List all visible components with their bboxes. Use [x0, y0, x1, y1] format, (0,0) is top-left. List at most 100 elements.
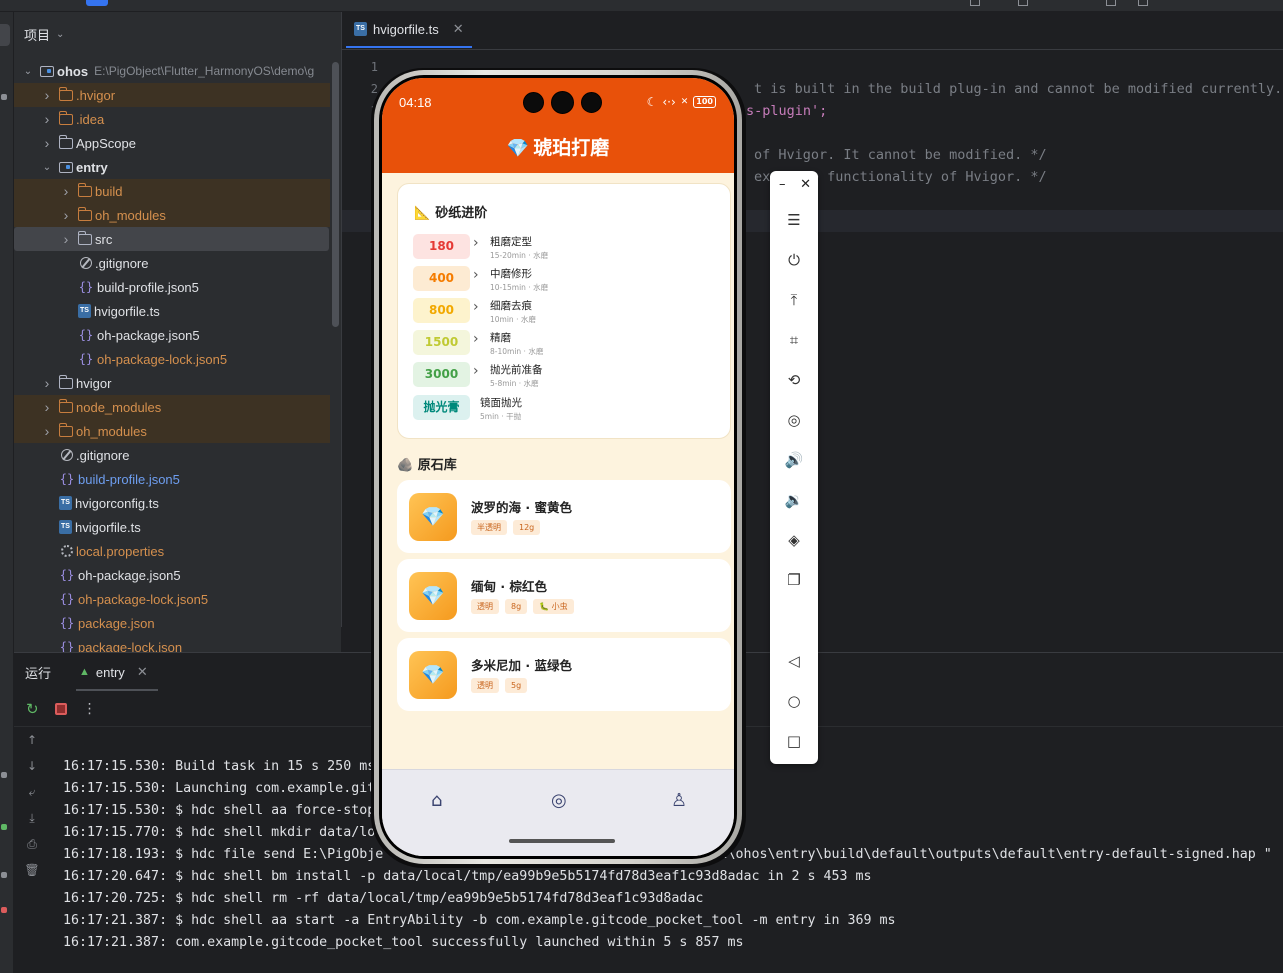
editor-tab-label: hvigorfile.ts [373, 21, 439, 37]
tree-item[interactable]: › src [14, 227, 329, 251]
sandpaper-step[interactable]: 800 › 细磨去痕 10min · 水磨 [413, 298, 723, 325]
project-tool-button[interactable] [0, 24, 10, 46]
chevron-right-icon[interactable]: › [60, 207, 72, 223]
stone-library-title-text: 原石库 [417, 458, 457, 473]
chevron-right-icon[interactable]: › [41, 423, 53, 439]
pin-top-icon[interactable]: ⤒ [770, 291, 818, 309]
sandpaper-step[interactable]: 3000 › 抛光前准备 5-8min · 水磨 [413, 362, 723, 389]
more-options-icon[interactable]: ⋮ [83, 701, 97, 717]
tree-item[interactable]: .gitignore [14, 251, 330, 275]
window-icon[interactable] [1018, 0, 1028, 6]
chevron-right-icon: › [473, 363, 479, 379]
minimize-icon[interactable]: – [779, 177, 786, 192]
tool-window-icon[interactable] [1, 94, 7, 100]
run-tool-icon[interactable] [1, 824, 7, 830]
run-side-toolbar: ↑ ↓ ⤶ ⤓ ⎙ 🗑 [14, 727, 50, 883]
tree-item-label: oh-package.json5 [78, 567, 181, 583]
close-icon[interactable]: ✕ [800, 177, 811, 192]
close-tab-icon[interactable]: ✕ [453, 21, 464, 37]
sandpaper-step[interactable]: 180 › 粗磨定型 15-20min · 水磨 [413, 234, 723, 261]
stone-card[interactable]: 💎 波罗的海 · 蜜黄色 半透明 12g [397, 480, 731, 553]
tree-item[interactable]: {} package-lock.json [14, 635, 330, 653]
profile-icon[interactable]: ♙ [671, 790, 687, 811]
phone-display[interactable]: 04:18 ☾ ‹·› ✕ 100 💎 琥珀打磨 📐 砂纸进阶 180 › 粗磨… [382, 78, 734, 856]
chevron-right-icon[interactable]: › [60, 231, 72, 247]
chevron-right-icon[interactable]: › [41, 111, 53, 127]
tree-item[interactable]: {} oh-package-lock.json5 [14, 587, 330, 611]
project-scrollbar[interactable] [332, 62, 339, 327]
rotate-icon[interactable]: ⟲ [770, 371, 818, 389]
tree-item[interactable]: TS hvigorfile.ts [14, 299, 330, 323]
stone-card[interactable]: 💎 缅甸 · 棕红色 透明 8g 🐛 小虫 [397, 559, 731, 632]
tree-item[interactable]: .gitignore [14, 443, 330, 467]
fold-icon[interactable]: ◈ [770, 531, 818, 549]
rerun-icon[interactable]: ↻ [26, 700, 39, 718]
tree-item[interactable]: {} build-profile.json5 [14, 275, 330, 299]
soft-wrap-icon[interactable]: ⤶ [14, 779, 50, 805]
scroll-down-icon[interactable]: ↓ [14, 753, 50, 779]
tree-item[interactable]: › hvigor [14, 371, 330, 395]
compass-icon[interactable]: ◎ [551, 790, 567, 811]
volume-down-icon[interactable]: 🔉 [770, 491, 818, 509]
tree-item[interactable]: local.properties [14, 539, 330, 563]
clear-console-icon[interactable]: 🗑 [14, 857, 50, 883]
tree-item[interactable]: {} oh-package.json5 [14, 323, 330, 347]
project-panel-header[interactable]: 项目 ⌄ [14, 12, 341, 56]
tree-item[interactable]: › node_modules [14, 395, 330, 419]
scroll-up-icon[interactable]: ↑ [14, 727, 50, 753]
chevron-down-icon[interactable]: ⌄ [22, 66, 34, 77]
problems-tool-icon[interactable] [1, 907, 7, 913]
sandpaper-step[interactable]: 400 › 中磨修形 10-15min · 水磨 [413, 266, 723, 293]
tree-item[interactable]: › .idea [14, 107, 330, 131]
home-icon[interactable]: ⌂ [431, 790, 442, 811]
chevron-right-icon[interactable]: › [41, 399, 53, 415]
screenshot-icon[interactable]: ◎ [770, 411, 818, 429]
home-indicator[interactable] [509, 839, 615, 843]
tree-item[interactable]: › AppScope [14, 131, 330, 155]
multi-device-icon[interactable]: ❐ [770, 571, 818, 589]
tree-item[interactable]: ⌄ ohos E:\PigObject\Flutter_HarmonyOS\demo… [14, 59, 330, 83]
tree-item[interactable]: › .hvigor [14, 83, 330, 107]
chevron-right-icon[interactable]: › [60, 183, 72, 199]
run-config-icon: ▲ [79, 666, 90, 678]
sandpaper-step[interactable]: 抛光膏 镜面抛光 5min · 干抛 [413, 395, 723, 422]
chevron-right-icon[interactable]: › [41, 87, 53, 103]
gem-icon: 💎 [409, 651, 457, 699]
tree-item[interactable]: {} oh-package.json5 [14, 563, 330, 587]
tree-item[interactable]: {} package.json [14, 611, 330, 635]
recents-icon[interactable]: □ [770, 732, 818, 750]
home-icon[interactable]: ○ [770, 692, 818, 710]
menu-icon[interactable]: ☰ [770, 211, 818, 229]
chevron-right-icon[interactable]: › [41, 375, 53, 391]
step-name: 细磨去痕 [490, 300, 532, 312]
tree-item[interactable]: › oh_modules [14, 419, 330, 443]
volume-up-icon[interactable]: 🔊 [770, 451, 818, 469]
stop-icon[interactable] [54, 702, 67, 715]
tree-item[interactable]: TS hvigorfile.ts [14, 515, 330, 539]
run-tab-entry[interactable]: ▲ entry ✕ [79, 664, 148, 680]
stone-card[interactable]: 💎 多米尼加 · 蓝绿色 透明 5g [397, 638, 731, 711]
sandpaper-step[interactable]: 1500 › 精磨 8-10min · 水磨 [413, 330, 723, 357]
window-icon[interactable] [970, 0, 980, 6]
editor-tab-hvigorfile[interactable]: TS hvigorfile.ts ✕ [354, 21, 464, 37]
power-icon[interactable]: ⏻ [770, 251, 818, 269]
window-icon[interactable] [1106, 0, 1116, 6]
window-icon[interactable] [1138, 0, 1148, 6]
chevron-down-icon[interactable]: ⌄ [56, 29, 64, 40]
back-icon[interactable]: ◁ [770, 652, 818, 670]
chevron-right-icon[interactable]: › [41, 135, 53, 151]
print-icon[interactable]: ⎙ [14, 831, 50, 857]
tree-item[interactable]: › oh_modules [14, 203, 330, 227]
crop-icon[interactable]: ⌗ [770, 331, 818, 349]
scroll-to-end-icon[interactable]: ⤓ [14, 805, 50, 831]
tool-window-icon[interactable] [1, 872, 7, 878]
tree-item[interactable]: {} build-profile.json5 [14, 467, 330, 491]
tool-window-icon[interactable] [1, 772, 7, 778]
chevron-down-icon[interactable]: ⌄ [41, 162, 53, 173]
tree-item[interactable]: ⌄ entry [14, 155, 330, 179]
tree-item[interactable]: TS hvigorconfig.ts [14, 491, 330, 515]
tree-item[interactable]: › build [14, 179, 330, 203]
step-name: 精磨 [490, 332, 511, 344]
tree-item[interactable]: {} oh-package-lock.json5 [14, 347, 330, 371]
close-tab-icon[interactable]: ✕ [137, 664, 148, 680]
